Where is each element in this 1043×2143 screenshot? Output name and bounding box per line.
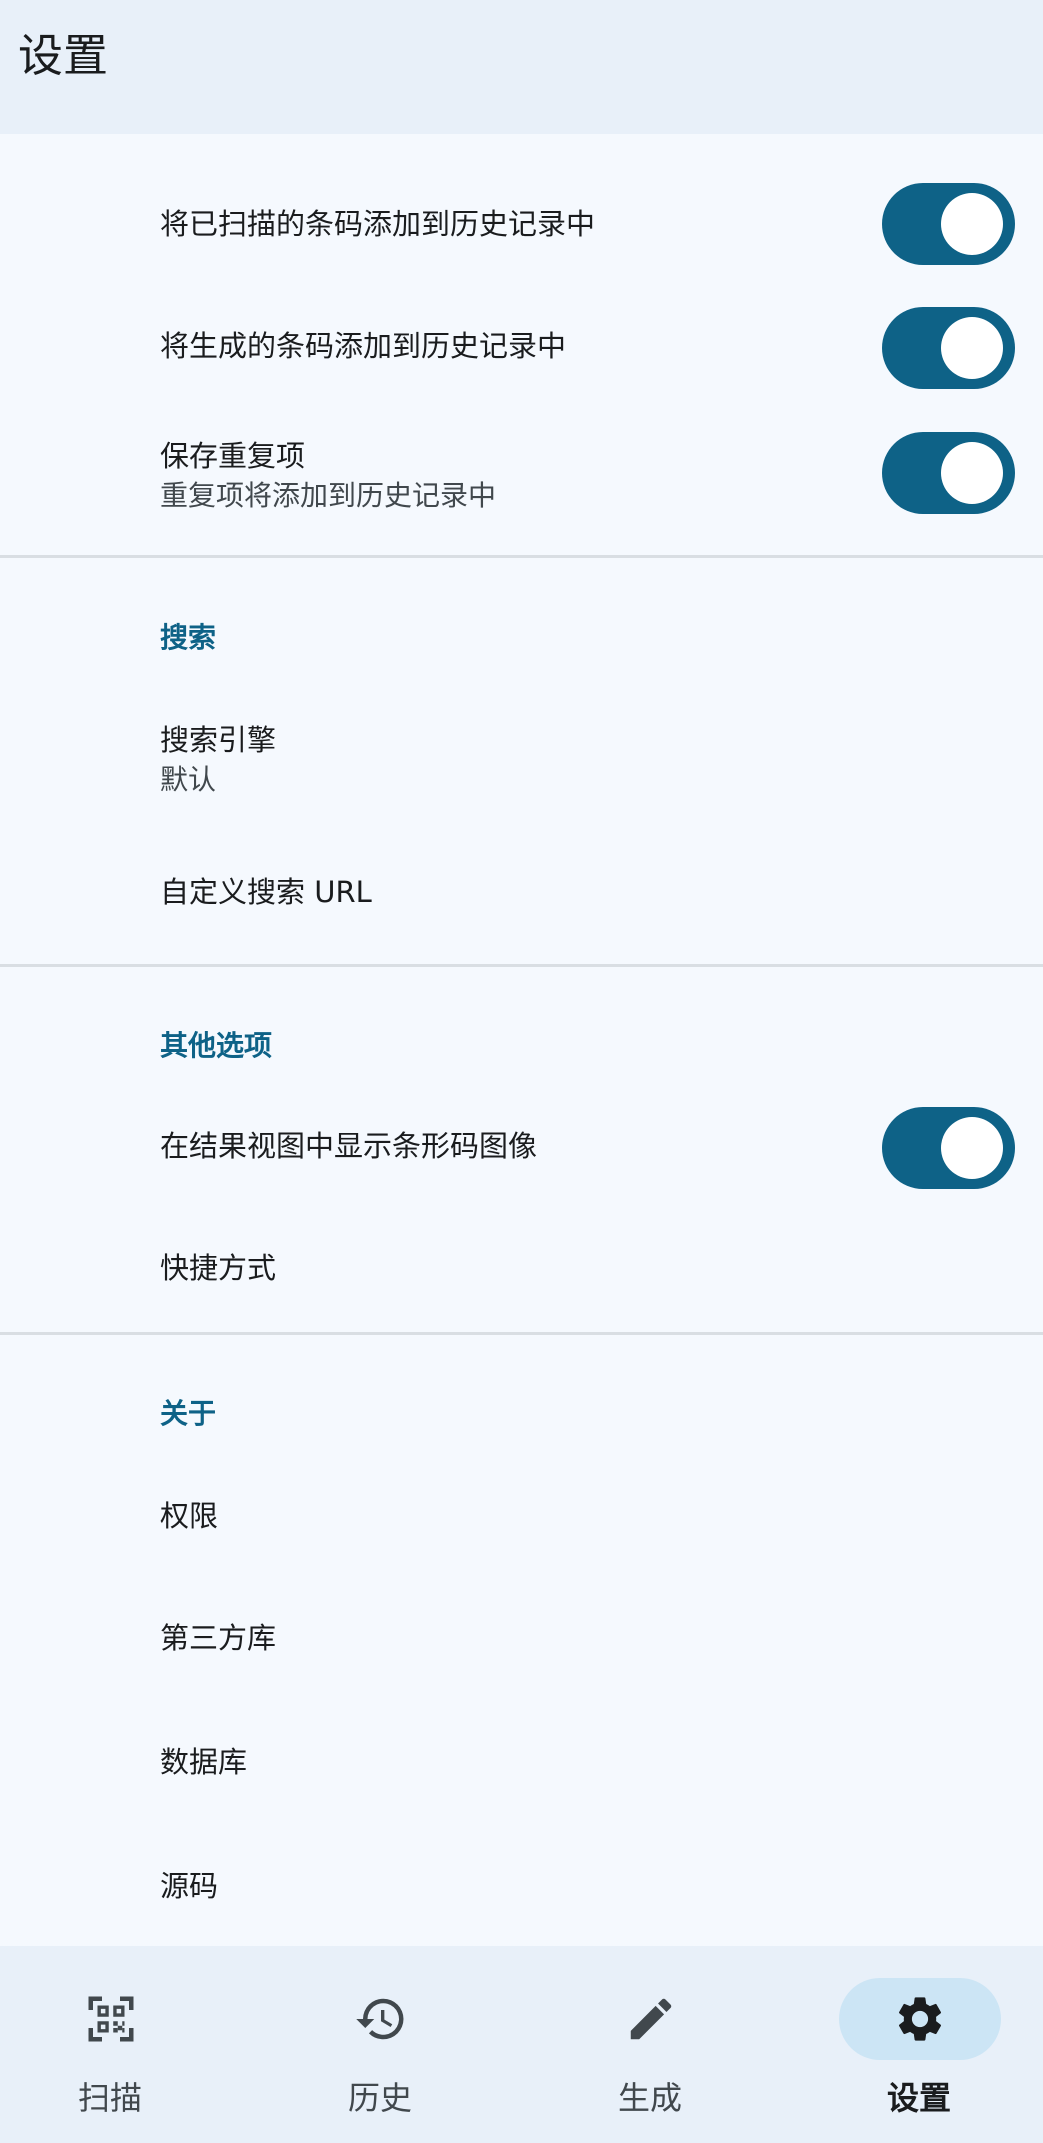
- pencil-icon: [630, 1998, 672, 2040]
- divider: [0, 964, 1043, 967]
- section-header-about: 关于: [160, 1397, 217, 1430]
- setting-add-scanned-to-history[interactable]: 将已扫描的条码添加到历史记录中: [0, 162, 1043, 286]
- setting-subtitle: 重复项将添加到历史记录中: [160, 479, 497, 512]
- setting-shortcuts[interactable]: 快捷方式: [0, 1218, 1043, 1332]
- nav-item-history[interactable]: 历史: [270, 1946, 490, 2143]
- setting-title: 第三方库: [160, 1621, 277, 1655]
- setting-permissions[interactable]: 权限: [0, 1454, 1043, 1578]
- section-header-search: 搜索: [160, 621, 217, 654]
- setting-title: 自定义搜索 URL: [160, 875, 372, 909]
- save-duplicates-toggle[interactable]: [882, 432, 1015, 514]
- setting-subtitle: 默认: [160, 763, 217, 796]
- section-header-other: 其他选项: [160, 1029, 273, 1062]
- nav-label: 历史: [347, 2079, 412, 2117]
- nav-label: 生成: [617, 2079, 682, 2117]
- toggle-thumb: [941, 193, 1003, 255]
- toggle-thumb: [941, 442, 1003, 504]
- setting-title: 搜索引擎: [160, 723, 277, 757]
- nav-item-settings[interactable]: 设置: [809, 1946, 1029, 2143]
- setting-show-barcode-image[interactable]: 在结果视图中显示条形码图像: [0, 1094, 1043, 1218]
- setting-custom-search-url[interactable]: 自定义搜索 URL: [0, 848, 1043, 964]
- add-generated-toggle[interactable]: [882, 307, 1015, 389]
- toggle-thumb: [941, 1117, 1003, 1179]
- history-icon: [356, 1998, 404, 2040]
- nav-label: 设置: [886, 2079, 951, 2117]
- bottom-navigation: 扫描 历史 生成 设置: [0, 1946, 1043, 2143]
- setting-search-engine[interactable]: 搜索引擎 默认: [0, 704, 1043, 848]
- gear-icon: [898, 1997, 942, 2041]
- setting-title: 源码: [160, 1869, 219, 1903]
- setting-add-generated-to-history[interactable]: 将生成的条码添加到历史记录中: [0, 286, 1043, 410]
- settings-list: 将已扫描的条码添加到历史记录中 将生成的条码添加到历史记录中 保存重复项 重复项…: [0, 134, 1043, 1946]
- divider: [0, 555, 1043, 558]
- setting-title: 在结果视图中显示条形码图像: [160, 1129, 538, 1163]
- nav-item-generate[interactable]: 生成: [540, 1946, 760, 2143]
- toggle-thumb: [941, 317, 1003, 379]
- setting-title: 数据库: [160, 1745, 248, 1779]
- add-scanned-toggle[interactable]: [882, 183, 1015, 265]
- qr-code-scanner-icon: [88, 1996, 134, 2042]
- setting-database[interactable]: 数据库: [0, 1702, 1043, 1826]
- setting-source-code[interactable]: 源码: [0, 1826, 1043, 1946]
- page-title: 设置: [18, 29, 109, 82]
- setting-save-duplicates[interactable]: 保存重复项 重复项将添加到历史记录中: [0, 410, 1043, 554]
- setting-title: 权限: [160, 1499, 219, 1533]
- divider: [0, 1332, 1043, 1335]
- setting-title: 快捷方式: [160, 1251, 277, 1285]
- nav-item-scan[interactable]: 扫描: [0, 1946, 220, 2143]
- setting-title: 将已扫描的条码添加到历史记录中: [160, 207, 596, 241]
- app-bar: 设置: [0, 0, 1043, 134]
- setting-title: 将生成的条码添加到历史记录中: [160, 329, 567, 363]
- setting-title: 保存重复项: [160, 439, 306, 473]
- show-barcode-image-toggle[interactable]: [882, 1107, 1015, 1189]
- setting-third-party-libraries[interactable]: 第三方库: [0, 1578, 1043, 1702]
- nav-label: 扫描: [77, 2079, 142, 2117]
